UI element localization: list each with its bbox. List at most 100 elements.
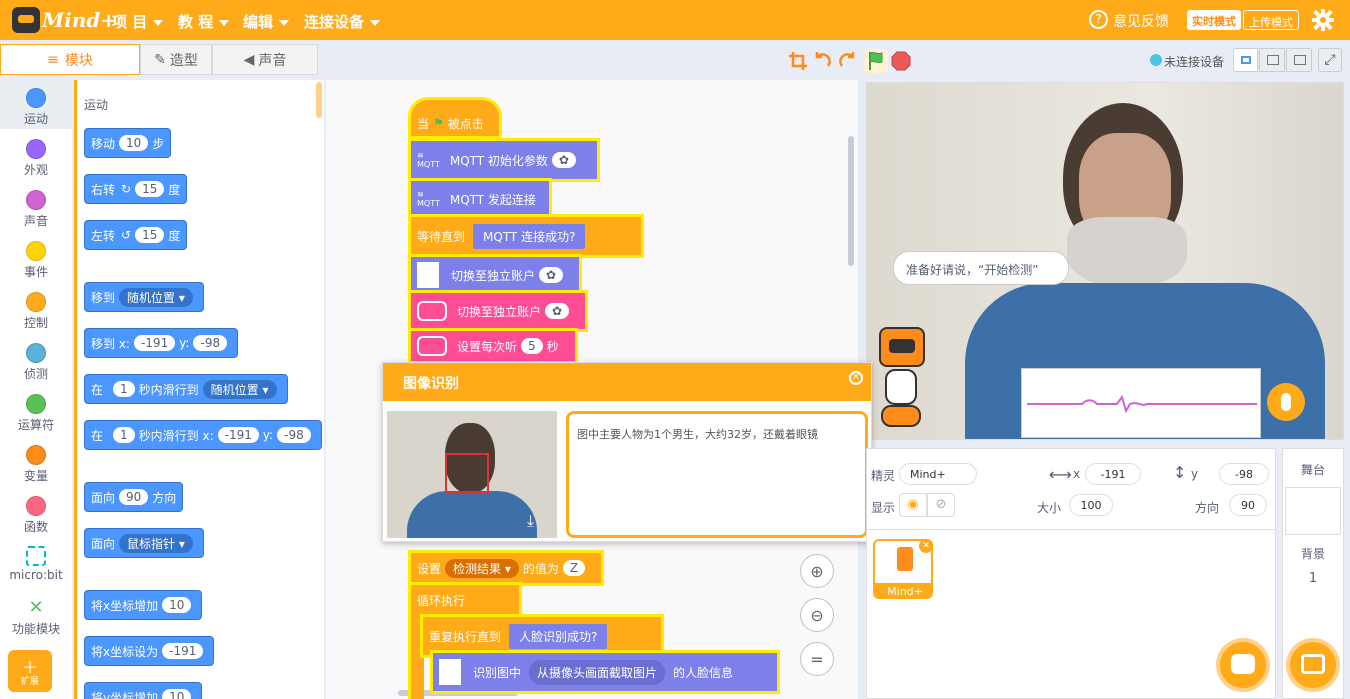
glide-y-input[interactable]: -98 [277, 427, 311, 443]
block-change-x[interactable]: 将x坐标增加 10 [84, 590, 203, 620]
mindplus-sprite[interactable] [871, 305, 927, 435]
category-variables[interactable]: 变量 [0, 445, 72, 484]
microphone-button[interactable] [1267, 383, 1305, 421]
redo-icon[interactable] [837, 51, 857, 71]
upload-mode-button[interactable]: 上传模式 [1243, 10, 1299, 30]
block-turn-left[interactable]: 左转 ↺ 15 度 [84, 220, 188, 250]
category-microbit[interactable]: micro:bit [0, 546, 72, 582]
crop-icon[interactable] [788, 51, 808, 71]
zoom-in-button[interactable]: ⊕ [800, 554, 834, 588]
block-point-direction[interactable]: 面向 90 方向 [84, 482, 184, 512]
category-looks[interactable]: 外观 [0, 139, 72, 178]
block-glide-random[interactable]: 在 1 秒内滑行到 随机位置 ▾ [84, 374, 288, 404]
goto-target-dropdown[interactable]: 随机位置 ▾ [119, 287, 193, 307]
zoom-reset-button[interactable]: = [800, 642, 834, 676]
dialog-close-icon[interactable]: ✕ [849, 371, 863, 385]
category-events[interactable]: 事件 [0, 241, 72, 280]
category-function-modules[interactable]: ✕ 功能模块 [0, 598, 72, 637]
backdrop-thumbnail[interactable] [1285, 487, 1341, 535]
glide-xy-seconds-input[interactable]: 1 [113, 427, 135, 443]
download-icon[interactable]: ⤓ [527, 511, 549, 531]
set-variable-block[interactable]: 设置 检测结果 ▾ 的值为 Z [408, 550, 604, 586]
category-motion[interactable]: 运动 [0, 88, 72, 127]
change-y-input[interactable]: 10 [162, 689, 192, 699]
recognize-face-block[interactable]: 识别图中 从摄像头画面截取图片 的人脸信息 [430, 650, 780, 694]
point-target-dropdown[interactable]: 鼠标指针 ▾ [119, 533, 193, 553]
sprite-y-input[interactable]: -98 [1219, 463, 1269, 485]
mqtt-settings-gear-icon[interactable]: ✿ [551, 152, 576, 168]
mindplus-logo[interactable]: Mind+ [12, 6, 117, 34]
extension-button[interactable]: ＋扩展 [8, 650, 52, 692]
delete-sprite-icon[interactable]: ✕ [919, 539, 933, 553]
mqtt-connected-condition[interactable]: MQTT 连接成功? [473, 223, 586, 249]
category-sensing[interactable]: 侦测 [0, 343, 72, 382]
green-flag-button[interactable] [864, 49, 888, 73]
variable-dropdown[interactable]: 检测结果 ▾ [445, 558, 519, 578]
menu-tutorial[interactable]: 教 程 [178, 11, 230, 32]
tab-costumes[interactable]: ✎ 造型 [140, 44, 212, 75]
show-sprite-eye-icon[interactable]: ◉ [899, 493, 927, 517]
feedback-link[interactable]: 意见反馈 [1113, 11, 1169, 31]
change-x-input[interactable]: 10 [162, 597, 192, 613]
category-functions[interactable]: 函数 [0, 496, 72, 535]
normal-stage-button[interactable] [1259, 48, 1285, 72]
when-flag-clicked-block[interactable]: 当 ⚑ 被点击 [408, 97, 502, 139]
category-control[interactable]: 控制 [0, 292, 72, 331]
goto-x-input[interactable]: -191 [133, 335, 176, 351]
switch-account-block-2[interactable]: 切换至独立账户 ✿ [408, 290, 588, 332]
tab-sounds[interactable]: ◀ 声音 [212, 44, 318, 75]
realtime-mode-button[interactable]: 实时模式 [1187, 10, 1241, 30]
large-stage-button[interactable] [1286, 48, 1312, 72]
face-recognized-condition[interactable]: 人脸识别成功? [509, 623, 608, 649]
menu-connect-device[interactable]: 连接设备 [304, 11, 381, 32]
category-operators[interactable]: 运算符 [0, 394, 72, 433]
tab-blocks[interactable]: ≡ 模块 [0, 44, 140, 75]
block-turn-right[interactable]: 右转 ↻ 15 度 [84, 174, 188, 204]
variable-value-input[interactable]: Z [562, 560, 586, 576]
category-sound[interactable]: 声音 [0, 190, 72, 229]
sprite-direction-input[interactable]: 90 [1229, 494, 1267, 516]
forever-loop-block[interactable]: 循环执行 [408, 582, 522, 618]
block-goto-xy[interactable]: 移到 x: -191 y: -98 [84, 328, 239, 358]
turn-right-input[interactable]: 15 [135, 181, 165, 197]
block-glide-xy[interactable]: 在 1 秒内滑行到 x: -191 y: -98 [84, 420, 322, 450]
direction-input[interactable]: 90 [119, 489, 149, 505]
menu-edit[interactable]: 编辑 [243, 11, 290, 32]
mqtt-init-block[interactable]: ≋ MQTT MQTT 初始化参数 ✿ [408, 138, 600, 182]
block-move-steps[interactable]: 移动 10 步 [84, 128, 172, 158]
settings-gear-icon[interactable] [1312, 9, 1334, 31]
account-settings-gear-icon[interactable]: ✿ [539, 267, 564, 283]
set-listen-duration-block[interactable]: 设置每次听 5 秒 [408, 328, 578, 364]
listen-seconds-input[interactable]: 5 [521, 338, 543, 354]
menu-project[interactable]: 项 目 [112, 11, 164, 32]
glide-seconds-input[interactable]: 1 [113, 381, 135, 397]
sprite-x-input[interactable]: -191 [1085, 463, 1141, 485]
wait-until-block[interactable]: 等待直到 MQTT 连接成功? [408, 214, 644, 258]
workspace-vertical-scrollbar[interactable] [848, 136, 854, 266]
capture-image-reporter[interactable]: 从摄像头画面截取图片 [529, 659, 666, 685]
add-sprite-button[interactable] [1216, 638, 1270, 692]
sprite-name-input[interactable]: Mind+ [899, 463, 977, 485]
speech-settings-gear-icon[interactable]: ✿ [545, 303, 570, 319]
steps-input[interactable]: 10 [119, 135, 149, 151]
glide-x-input[interactable]: -191 [217, 427, 259, 443]
undo-icon[interactable] [813, 51, 833, 71]
goto-y-input[interactable]: -98 [193, 335, 228, 351]
glide-target-dropdown[interactable]: 随机位置 ▾ [202, 379, 277, 399]
set-x-input[interactable]: -191 [162, 643, 204, 659]
block-set-x[interactable]: 将x坐标设为 -191 [84, 636, 215, 666]
help-question-icon[interactable]: ? [1089, 10, 1108, 29]
block-change-y[interactable]: 将y坐标增加 10 [84, 682, 203, 699]
add-backdrop-button[interactable] [1286, 638, 1340, 692]
fullscreen-icon[interactable]: ⤢ [1318, 48, 1342, 72]
hide-sprite-eye-icon[interactable]: ⊘ [927, 493, 955, 517]
stop-icon[interactable] [891, 51, 911, 71]
recognition-result-text[interactable]: 图中主要人物为1个男生，大约32岁，还戴着眼镜 [566, 411, 868, 538]
stage-canvas[interactable]: 准备好请说，“开始检测” [866, 82, 1344, 440]
block-point-towards[interactable]: 面向 鼠标指针 ▾ [84, 528, 204, 558]
zoom-out-button[interactable]: ⊖ [800, 598, 834, 632]
palette-scrollbar[interactable] [316, 82, 322, 118]
block-goto-random[interactable]: 移到 随机位置 ▾ [84, 282, 204, 312]
turn-left-input[interactable]: 15 [135, 227, 165, 243]
sprite-size-input[interactable]: 100 [1069, 494, 1113, 516]
